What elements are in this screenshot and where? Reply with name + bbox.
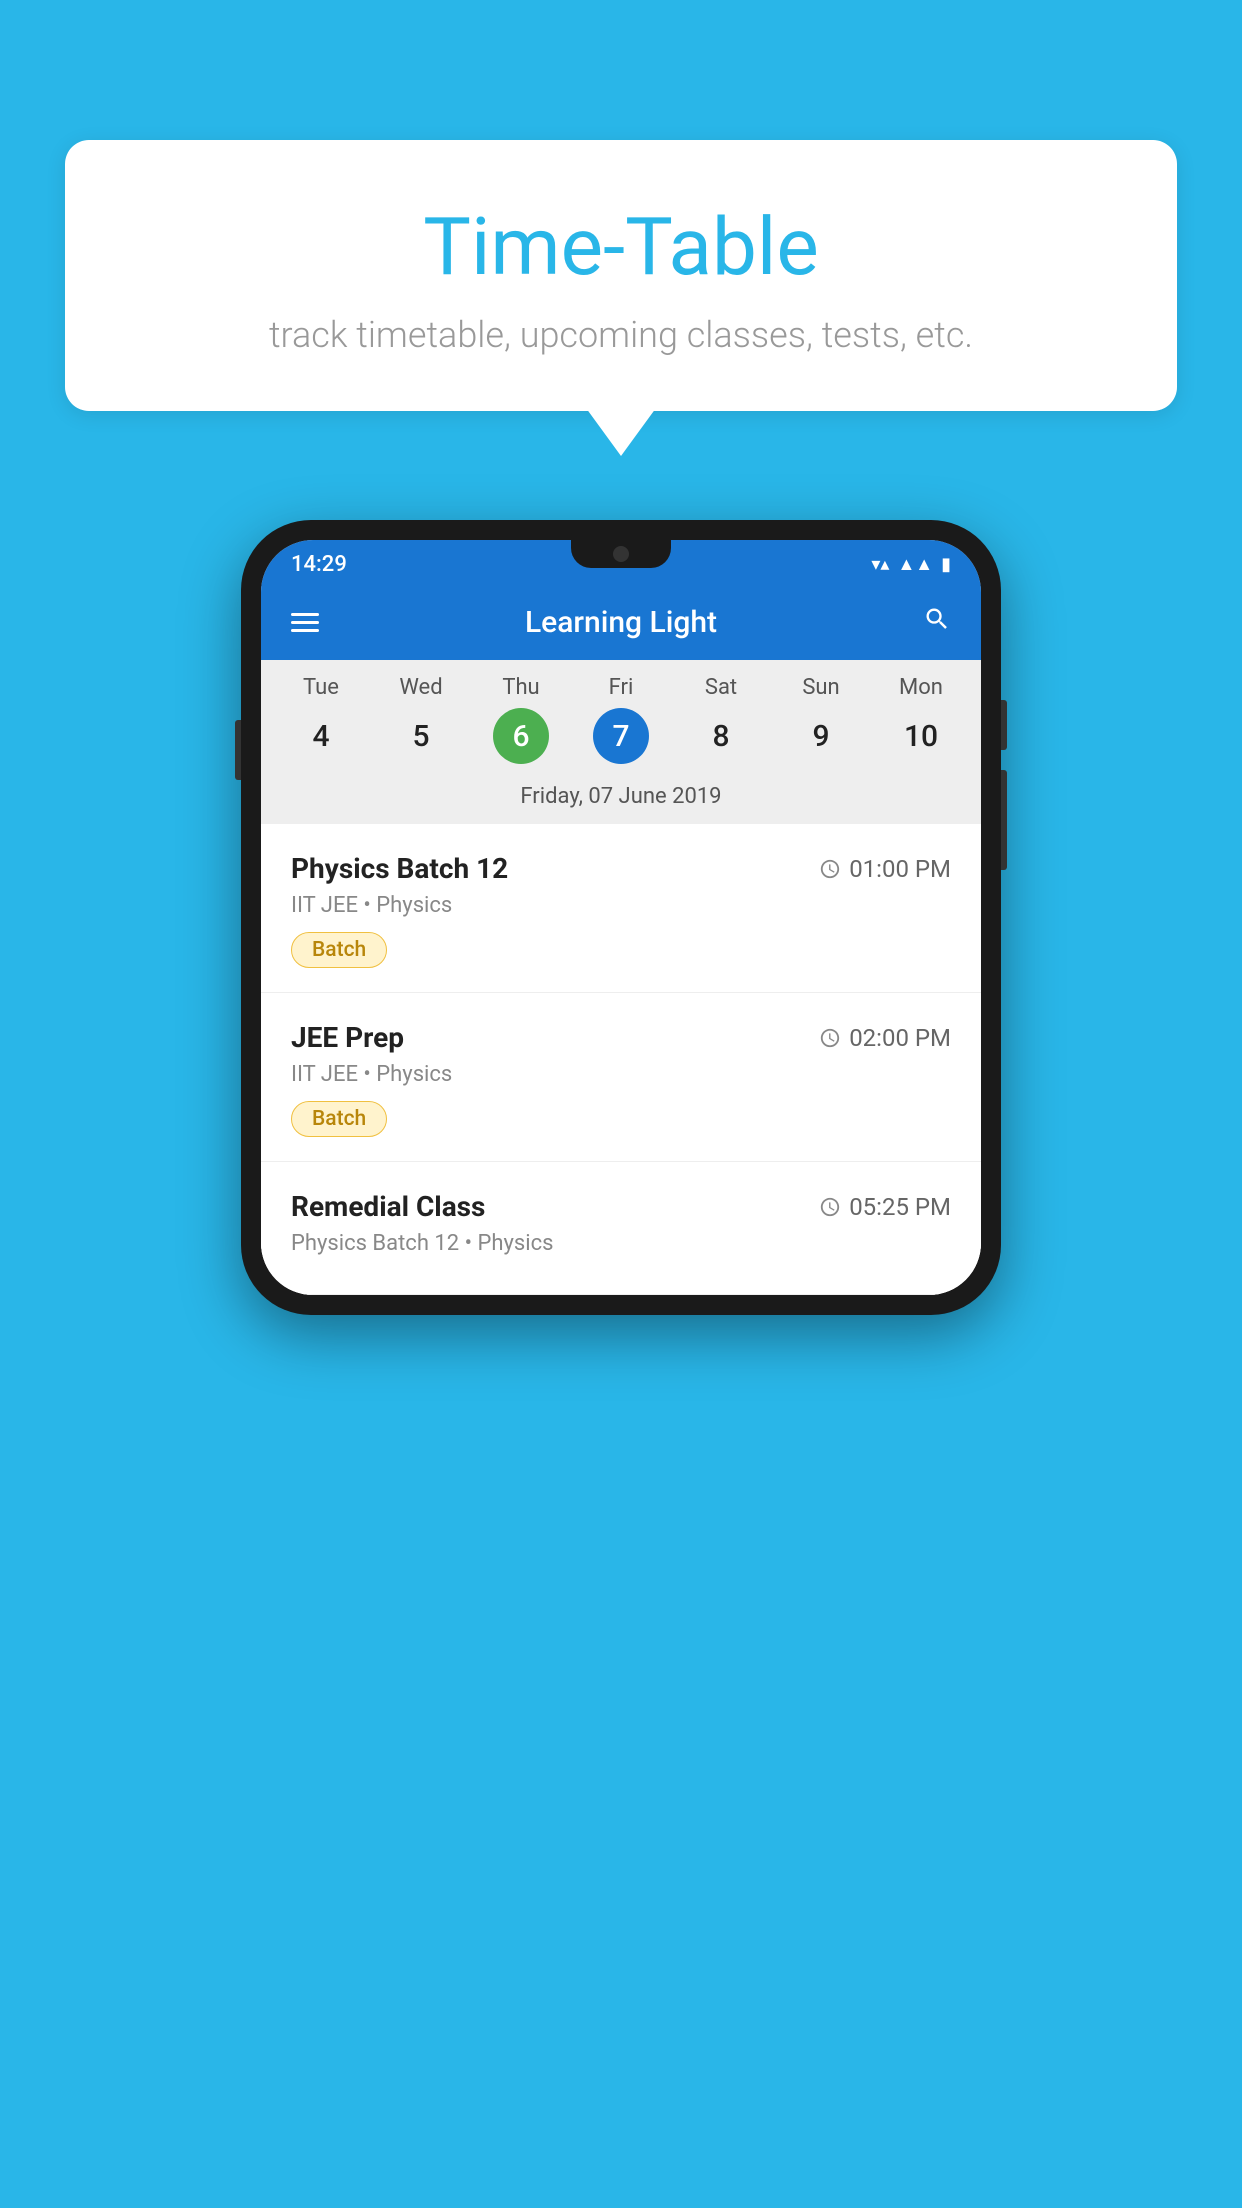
day-cell-fri[interactable]: Fri 7 bbox=[576, 675, 666, 764]
bubble-subtitle: track timetable, upcoming classes, tests… bbox=[115, 314, 1127, 356]
phone-frame: 14:29 ▾▴ ▲▲ ▮ Learning Light bbox=[241, 520, 1001, 1315]
schedule-item-subtitle: IIT JEE • Physics bbox=[291, 1062, 951, 1087]
hamburger-line-3 bbox=[291, 629, 319, 632]
day-cell-sat[interactable]: Sat 8 bbox=[676, 675, 766, 764]
phone-mockup: 14:29 ▾▴ ▲▲ ▮ Learning Light bbox=[241, 520, 1001, 1315]
hamburger-line-2 bbox=[291, 621, 319, 624]
schedule-item-time: 01:00 PM bbox=[819, 855, 951, 883]
schedule-item-subtitle: IIT JEE • Physics bbox=[291, 893, 951, 918]
schedule-item[interactable]: Remedial Class 05:25 PM Physics Batch 12 •… bbox=[261, 1162, 981, 1295]
day-cell-wed[interactable]: Wed 5 bbox=[376, 675, 466, 764]
phone-screen: 14:29 ▾▴ ▲▲ ▮ Learning Light bbox=[261, 540, 981, 1295]
schedule-item-time: 05:25 PM bbox=[819, 1193, 951, 1221]
clock-icon bbox=[819, 858, 841, 880]
days-row: Tue 4 Wed 5 Thu 6 Fri 7 Sat 8 Sun 9 Mon 10 bbox=[271, 675, 971, 764]
front-camera bbox=[613, 546, 629, 562]
app-title: Learning Light bbox=[525, 605, 717, 640]
schedule-item-title: Physics Batch 12 bbox=[291, 852, 508, 885]
day-name: Wed bbox=[399, 675, 442, 700]
day-number: 5 bbox=[393, 708, 449, 764]
volume-button bbox=[235, 720, 241, 780]
schedule-list: Physics Batch 12 01:00 PM IIT JEE • Physic… bbox=[261, 824, 981, 1295]
day-name: Thu bbox=[502, 675, 539, 700]
day-cell-tue[interactable]: Tue 4 bbox=[276, 675, 366, 764]
search-button[interactable] bbox=[923, 605, 951, 640]
schedule-item-title: Remedial Class bbox=[291, 1190, 485, 1223]
volume-down-button bbox=[1001, 770, 1007, 870]
day-cell-sun[interactable]: Sun 9 bbox=[776, 675, 866, 764]
schedule-item-time: 02:00 PM bbox=[819, 1024, 951, 1052]
power-button bbox=[1001, 700, 1007, 750]
hamburger-line-1 bbox=[291, 613, 319, 616]
day-number: 10 bbox=[893, 708, 949, 764]
day-name: Mon bbox=[899, 675, 943, 700]
day-name: Tue bbox=[303, 675, 339, 700]
batch-badge: Batch bbox=[291, 932, 387, 968]
speech-bubble-section: Time-Table track timetable, upcoming cla… bbox=[65, 140, 1177, 411]
day-number: 9 bbox=[793, 708, 849, 764]
status-icons: ▾▴ ▲▲ ▮ bbox=[871, 554, 951, 575]
schedule-item-header: JEE Prep 02:00 PM bbox=[291, 1021, 951, 1054]
schedule-item-title: JEE Prep bbox=[291, 1021, 404, 1054]
calendar-strip: Tue 4 Wed 5 Thu 6 Fri 7 Sat 8 Sun 9 Mon 10 Friday, 07… bbox=[261, 660, 981, 824]
schedule-item[interactable]: JEE Prep 02:00 PM IIT JEE • Physics Batch bbox=[261, 993, 981, 1162]
menu-button[interactable] bbox=[291, 613, 319, 632]
app-bar: Learning Light bbox=[261, 585, 981, 660]
phone-notch bbox=[571, 540, 671, 568]
day-cell-thu[interactable]: Thu 6 bbox=[476, 675, 566, 764]
day-number: 4 bbox=[293, 708, 349, 764]
day-name: Fri bbox=[609, 675, 634, 700]
battery-icon: ▮ bbox=[941, 554, 951, 575]
day-name: Sun bbox=[802, 675, 839, 700]
day-number: 7 bbox=[593, 708, 649, 764]
status-time: 14:29 bbox=[291, 552, 347, 577]
day-number: 6 bbox=[493, 708, 549, 764]
clock-icon bbox=[819, 1196, 841, 1218]
speech-bubble: Time-Table track timetable, upcoming cla… bbox=[65, 140, 1177, 411]
schedule-item-subtitle: Physics Batch 12 • Physics bbox=[291, 1231, 951, 1256]
day-cell-mon[interactable]: Mon 10 bbox=[876, 675, 966, 764]
signal-icon: ▲▲ bbox=[897, 554, 933, 575]
day-number: 8 bbox=[693, 708, 749, 764]
batch-badge: Batch bbox=[291, 1101, 387, 1137]
clock-icon bbox=[819, 1027, 841, 1049]
schedule-item-header: Remedial Class 05:25 PM bbox=[291, 1190, 951, 1223]
schedule-item[interactable]: Physics Batch 12 01:00 PM IIT JEE • Physic… bbox=[261, 824, 981, 993]
selected-date-label: Friday, 07 June 2019 bbox=[271, 772, 971, 824]
day-name: Sat bbox=[705, 675, 737, 700]
wifi-icon: ▾▴ bbox=[871, 554, 889, 575]
bubble-title: Time-Table bbox=[115, 200, 1127, 294]
schedule-item-header: Physics Batch 12 01:00 PM bbox=[291, 852, 951, 885]
